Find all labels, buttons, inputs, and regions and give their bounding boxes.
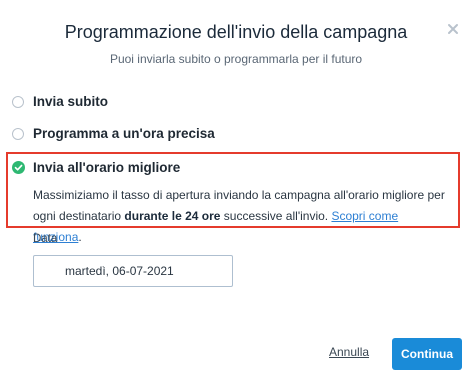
option-best-time[interactable]: Invia all'orario migliore xyxy=(12,160,180,175)
option-label: Programma a un'ora precisa xyxy=(33,126,215,141)
option-label: Invia subito xyxy=(33,94,109,109)
cancel-link[interactable]: Annulla xyxy=(329,345,369,359)
radio-checked-icon[interactable] xyxy=(12,161,25,174)
best-time-description: Massimiziamo il tasso di apertura invian… xyxy=(33,188,445,244)
option-label: Invia all'orario migliore xyxy=(33,160,181,175)
dialog-subtitle: Puoi inviarla subito o programmarla per … xyxy=(109,52,363,66)
continue-button[interactable]: Continua xyxy=(392,338,462,370)
radio-unchecked-icon[interactable] xyxy=(12,127,24,140)
dialog-title: Programmazione dell'invio della campagna xyxy=(64,22,408,42)
option-send-now[interactable]: Invia subito xyxy=(12,94,108,109)
date-label: Data xyxy=(33,233,58,245)
option-schedule-precise[interactable]: Programma a un'ora precisa xyxy=(12,126,215,141)
radio-unchecked-icon[interactable] xyxy=(12,95,24,108)
date-field[interactable]: martedì, 06-07-2021 xyxy=(33,255,233,287)
